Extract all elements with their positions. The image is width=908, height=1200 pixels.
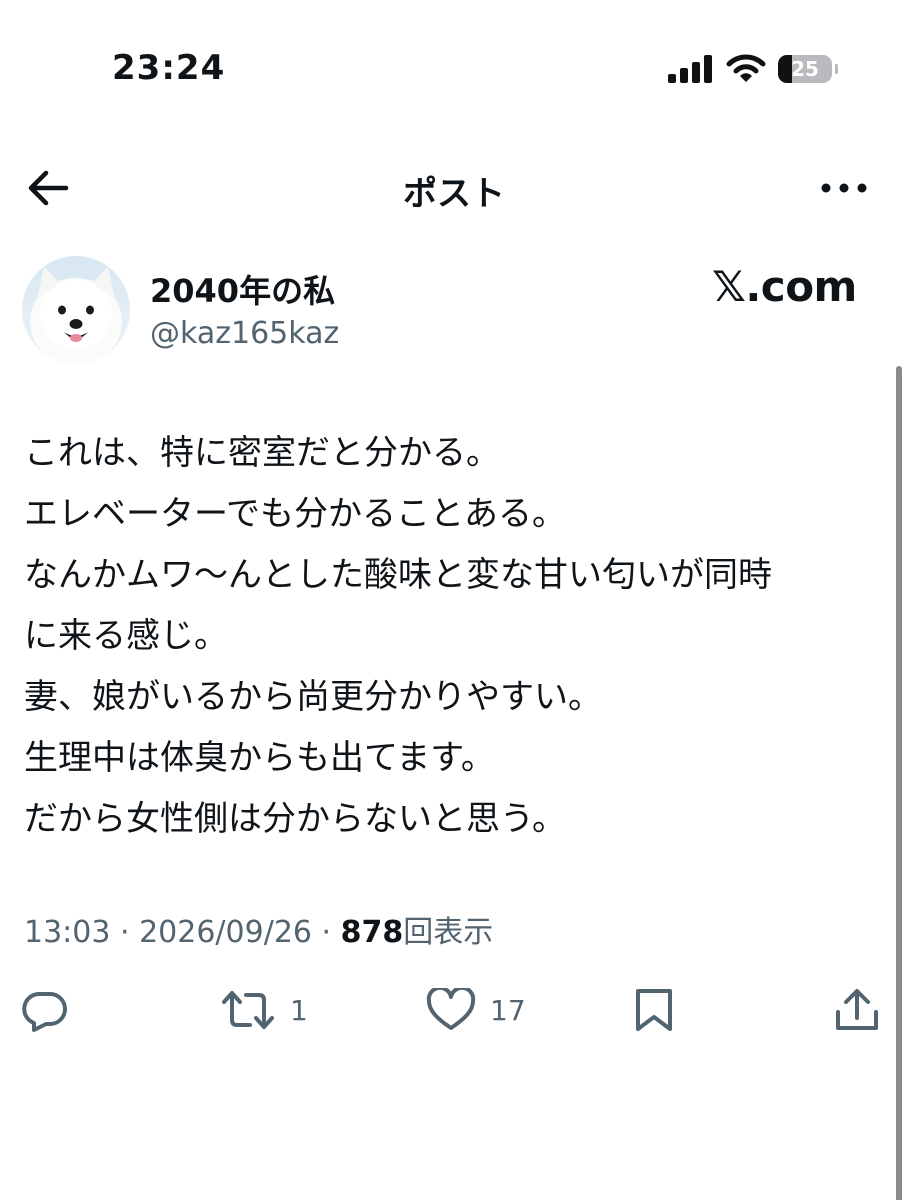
post-line: エレベーターでも分かることある。 <box>24 494 566 534</box>
meta-separator: · <box>110 915 140 950</box>
post-detail-screen: 23:24 25 ポスト 2040年の私 @kaz165kaz 𝕏.com これ… <box>0 0 908 1200</box>
user-handle[interactable]: @kaz165kaz <box>150 316 339 351</box>
post-line: 生理中は体臭からも出てます。 <box>24 738 495 778</box>
samoyed-dog-avatar-image <box>30 266 122 364</box>
wifi-icon <box>726 54 766 82</box>
post-meta: 13:03 · 2026/09/26 · 878回表示 <box>24 907 493 951</box>
display-name[interactable]: 2040年の私 <box>150 266 335 312</box>
share-icon <box>836 989 878 1030</box>
reply-button[interactable] <box>20 988 68 1032</box>
post-line: に来る感じ。 <box>24 616 228 656</box>
post-line: なんかムワ〜んとした酸味と変な甘い匂いが同時 <box>24 555 772 595</box>
battery-percent: 25 <box>791 57 819 81</box>
post-line: これは、特に密室だと分かる。 <box>24 433 500 473</box>
bookmark-button[interactable] <box>634 988 674 1032</box>
heart-icon <box>426 988 476 1030</box>
status-icons: 25 <box>668 52 838 86</box>
like-button[interactable]: 17 <box>426 988 526 1032</box>
meta-separator: · <box>312 915 341 950</box>
share-button[interactable] <box>834 988 880 1032</box>
battery-level-fill <box>778 55 792 83</box>
repost-count: 1 <box>290 993 308 1027</box>
post-date: 2026/09/26 <box>139 915 312 950</box>
more-options-icon[interactable] <box>820 178 868 198</box>
reply-icon <box>22 992 67 1032</box>
x-logo-brand: 𝕏.com <box>712 262 857 311</box>
status-time: 23:24 <box>112 48 226 88</box>
avatar[interactable] <box>22 256 130 364</box>
scrollbar[interactable] <box>896 366 902 1200</box>
post-time: 13:03 <box>24 915 111 950</box>
post-line: だから女性側は分からないと思う。 <box>24 799 566 839</box>
cellular-signal-icon <box>668 55 712 83</box>
repost-button[interactable]: 1 <box>220 988 308 1032</box>
repost-icon <box>222 991 274 1029</box>
like-count: 17 <box>490 993 526 1027</box>
views-count[interactable]: 878 <box>341 915 404 950</box>
page-title: ポスト <box>403 174 505 214</box>
bookmark-icon <box>636 989 672 1031</box>
battery-cap <box>835 64 838 74</box>
views-label[interactable]: 回表示 <box>403 915 493 950</box>
post-line: 妻、娘がいるから尚更分かりやすい。 <box>24 677 602 717</box>
post-text: これは、特に密室だと分かる。 エレベーターでも分かることある。 なんかムワ〜んと… <box>24 423 894 850</box>
battery-icon: 25 <box>778 55 838 83</box>
